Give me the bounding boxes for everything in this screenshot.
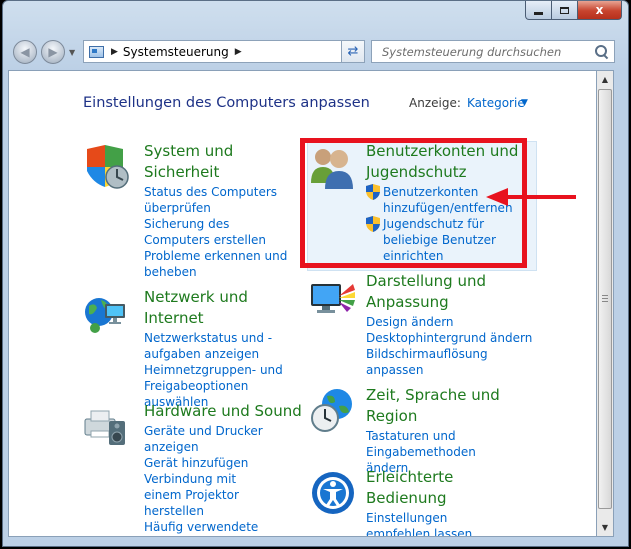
page-title: Einstellungen des Computers anpassen [83, 95, 370, 111]
link-network-status[interactable]: Netzwerkstatus und -aufgaben anzeigen [144, 330, 294, 362]
close-icon: x [595, 3, 604, 17]
category-links: Netzwerkstatus und -aufgaben anzeigen He… [144, 330, 294, 410]
link-troubleshoot[interactable]: Probleme erkennen und beheben [144, 248, 294, 280]
minimize-button[interactable] [525, 1, 552, 20]
search-input[interactable] [380, 43, 594, 60]
link-add-device[interactable]: Gerät hinzufügen [144, 455, 304, 471]
breadcrumb-chevron-icon[interactable]: ▶ [235, 47, 242, 57]
scrollbar-thumb[interactable] [598, 89, 612, 509]
uac-shield-icon [366, 184, 380, 200]
search-box[interactable] [371, 40, 615, 63]
scroll-up-icon[interactable]: ▲ [597, 71, 613, 88]
link-mobility-settings[interactable]: Häufig verwendete Mobilitätseinstellunge… [144, 519, 284, 536]
category-links: Geräte und Drucker anzeigen Gerät hinzuf… [144, 423, 304, 536]
user-accounts-icon[interactable] [309, 143, 357, 191]
system-security-icon[interactable] [81, 143, 129, 191]
link-change-background[interactable]: Desktophintergrund ändern [366, 330, 536, 346]
arrow-left-icon: ◀ [20, 45, 30, 59]
close-button[interactable]: x [578, 1, 622, 20]
vertical-scrollbar[interactable]: ▲ ▼ [596, 70, 614, 537]
refresh-icon: ⇄ [347, 44, 359, 59]
link-check-status[interactable]: Status des Computers überprüfen [144, 184, 294, 216]
address-bar[interactable]: ▶ Systemsteuerung ▶ ▼ [83, 40, 363, 63]
search-icon[interactable] [595, 45, 608, 58]
category-title[interactable]: Hardware und Sound [144, 401, 304, 422]
category-system-security: System und Sicherheit Status des Compute… [144, 141, 294, 280]
recent-pages-dropdown[interactable]: ▼ [69, 48, 75, 57]
appearance-icon[interactable] [309, 276, 357, 324]
category-links: Design ändern Desktophintergrund ändern … [366, 314, 536, 378]
breadcrumb-chevron-icon[interactable]: ▶ [111, 47, 118, 57]
chevron-down-icon[interactable]: ▼ [521, 98, 528, 108]
view-mode-dropdown[interactable]: Kategorie [467, 96, 525, 110]
network-internet-icon[interactable] [81, 288, 129, 336]
link-recommend-settings[interactable]: Einstellungen empfehlen lassen [366, 510, 506, 536]
back-button[interactable]: ◀ [13, 40, 37, 64]
view-label: Anzeige: [409, 96, 461, 110]
link-parental-controls[interactable]: Jugendschutz für beliebige Benutzer einr… [383, 216, 515, 264]
scroll-down-icon[interactable]: ▼ [597, 519, 613, 536]
category-links: Status des Computers überprüfen Sicherun… [144, 184, 294, 280]
category-appearance: Darstellung und Anpassung Design ändern … [366, 271, 536, 378]
uac-shield-icon [366, 216, 380, 232]
maximize-button[interactable] [552, 1, 578, 20]
category-clock-language-region: Zeit, Sprache und Region Tastaturen und … [366, 385, 526, 476]
refresh-button[interactable]: ⇄ [341, 40, 365, 63]
category-title[interactable]: Benutzerkonten und Jugendschutz [366, 141, 526, 183]
arrow-right-icon: ▶ [48, 45, 58, 59]
link-change-theme[interactable]: Design ändern [366, 314, 536, 330]
category-title[interactable]: Zeit, Sprache und Region [366, 385, 526, 427]
category-title[interactable]: System und Sicherheit [144, 141, 294, 183]
category-title[interactable]: Netzwerk und Internet [144, 287, 294, 329]
minimize-icon [534, 12, 543, 15]
link-screen-resolution[interactable]: Bildschirmauflösung anpassen [366, 346, 506, 378]
category-title[interactable]: Darstellung und Anpassung [366, 271, 536, 313]
control-panel-content: Einstellungen des Computers anpassen Anz… [8, 70, 596, 537]
maximize-icon [560, 6, 569, 14]
category-hardware-sound: Hardware und Sound Geräte und Drucker an… [144, 401, 304, 536]
annotation-arrow-icon [486, 188, 576, 206]
clock-language-region-icon[interactable] [309, 386, 357, 434]
category-ease-of-access: Erleichterte Bedienung Einstellungen emp… [366, 467, 526, 536]
ease-of-access-icon[interactable] [309, 469, 357, 517]
forward-button[interactable]: ▶ [41, 40, 65, 64]
caption-buttons: x [525, 1, 622, 21]
breadcrumb-control-panel[interactable]: Systemsteuerung [123, 45, 229, 59]
control-panel-icon [89, 45, 104, 58]
navigation-bar: ◀ ▶ ▼ ▶ Systemsteuerung ▶ ▼ ⇄ [3, 36, 628, 66]
link-backup[interactable]: Sicherung des Computers erstellen [144, 216, 294, 248]
category-title[interactable]: Erleichterte Bedienung [366, 467, 526, 509]
link-devices-printers[interactable]: Geräte und Drucker anzeigen [144, 423, 304, 455]
link-projector[interactable]: Verbindung mit einem Projektor herstelle… [144, 471, 274, 519]
category-links: Einstellungen empfehlen lassen [366, 510, 526, 536]
hardware-sound-icon[interactable] [81, 401, 129, 449]
category-network-internet: Netzwerk und Internet Netzwerkstatus und… [144, 287, 294, 410]
link-row: Jugendschutz für beliebige Benutzer einr… [366, 216, 526, 264]
